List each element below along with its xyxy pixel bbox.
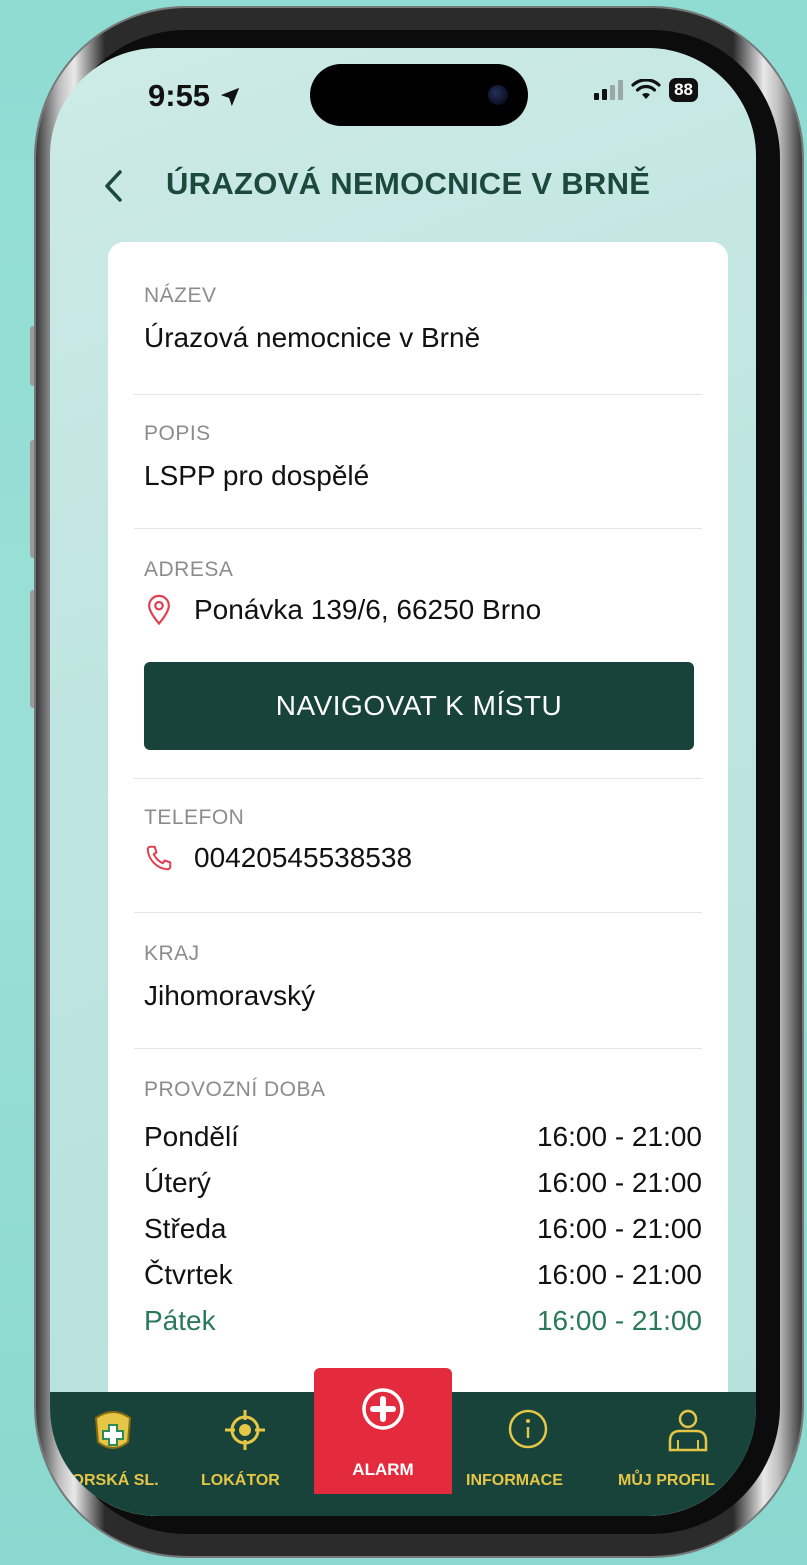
hours-time: 16:00 - 21:00 — [536, 1259, 702, 1290]
tab-horska-label: HORSKÁ SL. — [60, 1472, 159, 1489]
hours-row: Středa 16:00 - 21:00 — [144, 1206, 702, 1252]
hours-day: Čtvrtek — [144, 1259, 233, 1290]
address-row[interactable]: Ponávka 139/6, 66250 Brno — [144, 594, 702, 626]
wifi-icon — [631, 79, 661, 99]
description-label: POPIS — [144, 422, 211, 445]
description-section: POPIS LSPP pro dospělé — [144, 422, 702, 492]
hours-row: Úterý 16:00 - 21:00 — [144, 1160, 702, 1206]
page-header: ÚRAZOVÁ NEMOCNICE V BRNĚ — [50, 156, 756, 216]
address-label: ADRESA — [144, 558, 234, 581]
tab-informace[interactable]: INFORMACE — [452, 1392, 604, 1516]
status-time: 9:55 — [148, 78, 241, 114]
info-icon — [508, 1409, 548, 1449]
hours-row: Čtvrtek 16:00 - 21:00 — [144, 1252, 702, 1298]
hours-day: Středa — [144, 1213, 227, 1244]
tab-alarm-label: ALARM — [352, 1460, 414, 1479]
tab-muj-profil[interactable]: MŮJ PROFIL — [604, 1392, 756, 1516]
name-section: NÁZEV Úrazová nemocnice v Brně — [144, 284, 702, 354]
back-chevron-icon[interactable] — [100, 166, 126, 206]
divider — [134, 778, 702, 779]
name-label: NÁZEV — [144, 284, 217, 307]
tab-lokator[interactable]: LOKÁTOR — [176, 1392, 314, 1516]
opening-hours-section: PROVOZNÍ DOBA Pondělí 16:00 - 21:00 Úter… — [144, 1078, 702, 1344]
description-value: LSPP pro dospělé — [144, 460, 370, 491]
navigate-button[interactable]: NAVIGOVAT K MÍSTU — [144, 662, 694, 750]
hours-day: Úterý — [144, 1167, 211, 1198]
hours-time: 16:00 - 21:00 — [536, 1213, 702, 1244]
divider — [134, 1048, 702, 1049]
region-value: Jihomoravský — [144, 980, 316, 1011]
detail-card: NÁZEV Úrazová nemocnice v Brně POPIS LSP… — [108, 242, 728, 1516]
map-pin-icon — [148, 594, 170, 626]
address-value: Ponávka 139/6, 66250 Brno — [194, 594, 542, 625]
phone-icon — [146, 845, 172, 871]
app-screen: 9:55 88 ÚRAZOVÁ NEMOCNICE V BRNĚ NÁZEV Ú… — [50, 48, 756, 1516]
tab-informace-label: INFORMACE — [466, 1472, 563, 1489]
phone-row[interactable]: 00420545538538 — [144, 842, 702, 874]
divider — [134, 394, 702, 395]
page-title: ÚRAZOVÁ NEMOCNICE V BRNĚ — [166, 166, 651, 201]
medical-cross-icon — [362, 1388, 404, 1430]
user-profile-icon — [668, 1409, 708, 1452]
status-indicators: 88 — [594, 78, 698, 102]
camera-icon — [488, 85, 508, 105]
divider — [134, 912, 702, 913]
opening-hours-label: PROVOZNÍ DOBA — [144, 1078, 326, 1101]
opening-hours-list: Pondělí 16:00 - 21:00 Úterý 16:00 - 21:0… — [144, 1114, 702, 1344]
name-value: Úrazová nemocnice v Brně — [144, 322, 481, 353]
region-label: KRAJ — [144, 942, 200, 965]
hours-day: Pátek — [144, 1305, 216, 1336]
hours-row-today: Pátek 16:00 - 21:00 — [144, 1298, 702, 1344]
dynamic-island — [310, 64, 528, 126]
battery-level: 88 — [674, 80, 693, 99]
tab-horska-sluzba[interactable]: HORSKÁ SL. — [50, 1392, 176, 1516]
phone-label: TELEFON — [144, 806, 245, 829]
crosshair-locator-icon — [225, 1410, 265, 1450]
hours-time: 16:00 - 21:00 — [536, 1121, 702, 1152]
hours-row: Pondělí 16:00 - 21:00 — [144, 1114, 702, 1160]
cellular-signal-icon — [594, 80, 624, 100]
location-arrow-icon — [220, 87, 239, 107]
hours-time: 16:00 - 21:00 — [536, 1305, 702, 1336]
divider — [134, 528, 702, 529]
tab-alarm[interactable]: ALARM — [314, 1368, 452, 1494]
phone-section: TELEFON 00420545538538 — [144, 806, 702, 874]
region-section: KRAJ Jihomoravský — [144, 942, 702, 1012]
hours-time: 16:00 - 21:00 — [536, 1167, 702, 1198]
address-section: ADRESA Ponávka 139/6, 66250 Brno — [144, 558, 702, 626]
tab-lokator-label: LOKÁTOR — [201, 1472, 280, 1489]
battery-icon: 88 — [669, 78, 698, 102]
phone-value: 00420545538538 — [194, 842, 413, 873]
tab-profil-label: MŮJ PROFIL — [618, 1472, 715, 1489]
hours-day: Pondělí — [144, 1121, 239, 1152]
mountain-rescue-badge-icon — [94, 1411, 132, 1449]
